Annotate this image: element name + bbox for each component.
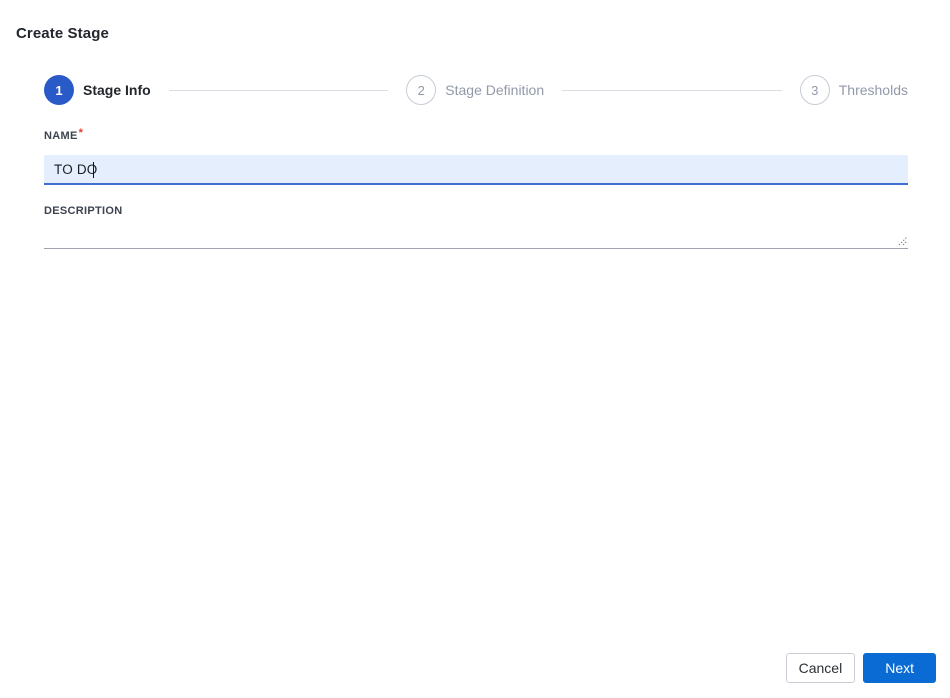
description-textarea-container (44, 217, 908, 249)
footer-actions: Cancel Next (785, 653, 936, 683)
required-asterisk: * (78, 127, 83, 139)
step-number-badge: 2 (406, 75, 437, 105)
name-field-label-row: NAME* (44, 126, 908, 144)
step-number-badge: 3 (799, 75, 830, 105)
stepper-step-thresholds[interactable]: 3 Thresholds (799, 75, 908, 105)
stepper-step-stage-definition[interactable]: 2 Stage Definition (406, 75, 544, 105)
next-button[interactable]: Next (863, 653, 936, 683)
stage-info-form: NAME* DESCRIPTION (44, 126, 908, 249)
cancel-button[interactable]: Cancel (785, 653, 856, 683)
step-label: Stage Info (83, 82, 151, 98)
name-field-label: NAME (44, 130, 78, 142)
step-label: Thresholds (838, 82, 908, 98)
stepper-connector (562, 89, 782, 91)
text-cursor-caret (93, 162, 94, 178)
description-field-label: DESCRIPTION (44, 205, 123, 217)
step-label: Stage Definition (445, 82, 545, 98)
description-field-block: DESCRIPTION (44, 205, 908, 249)
stepper-connector (168, 89, 389, 91)
description-textarea[interactable] (44, 217, 908, 249)
step-number-badge: 1 (44, 75, 74, 105)
stepper-step-stage-info[interactable]: 1 Stage Info (44, 75, 151, 105)
name-input[interactable] (44, 155, 908, 183)
wizard-stepper: 1 Stage Info 2 Stage Definition 3 Thresh… (44, 75, 908, 105)
page-title: Create Stage (16, 25, 109, 42)
name-input-container (44, 155, 908, 185)
